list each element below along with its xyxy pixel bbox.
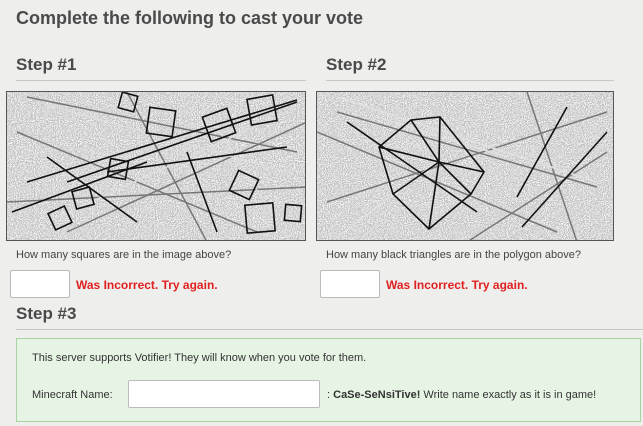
votifier-notice: This server supports Votifier! They will… <box>32 352 367 364</box>
step1-title: Step #1 <box>16 55 77 74</box>
page-title: Complete the following to cast your vote <box>16 8 364 28</box>
squares-answer-input[interactable] <box>10 270 70 298</box>
step2-error-message: Was Incorrect. Try again. <box>386 278 528 292</box>
minecraft-name-input[interactable] <box>128 380 320 408</box>
captcha-squares-image <box>6 91 306 241</box>
step2-title: Step #2 <box>326 55 387 74</box>
case-note-prefix: : <box>327 389 331 401</box>
votifier-panel: This server supports Votifier! They will… <box>16 338 641 422</box>
case-note-rest: Write name exactly as it is in game! <box>423 389 597 401</box>
minecraft-name-label: Minecraft Name: <box>32 389 113 401</box>
triangles-answer-input[interactable] <box>320 270 380 298</box>
step1-divider <box>16 80 306 81</box>
step1-error-message: Was Incorrect. Try again. <box>76 278 218 292</box>
case-sensitive-emphasis: CaSe-SeNsiTive! <box>333 389 421 401</box>
captcha-triangles-image <box>316 91 614 241</box>
step2-question: How many black triangles are in the poly… <box>326 249 581 261</box>
step2-divider <box>326 80 614 81</box>
case-sensitive-note: : CaSe-SeNsiTive! Write name exactly as … <box>327 389 596 401</box>
step3-divider <box>16 329 643 330</box>
step1-question: How many squares are in the image above? <box>16 249 232 261</box>
step3-title: Step #3 <box>16 304 77 323</box>
